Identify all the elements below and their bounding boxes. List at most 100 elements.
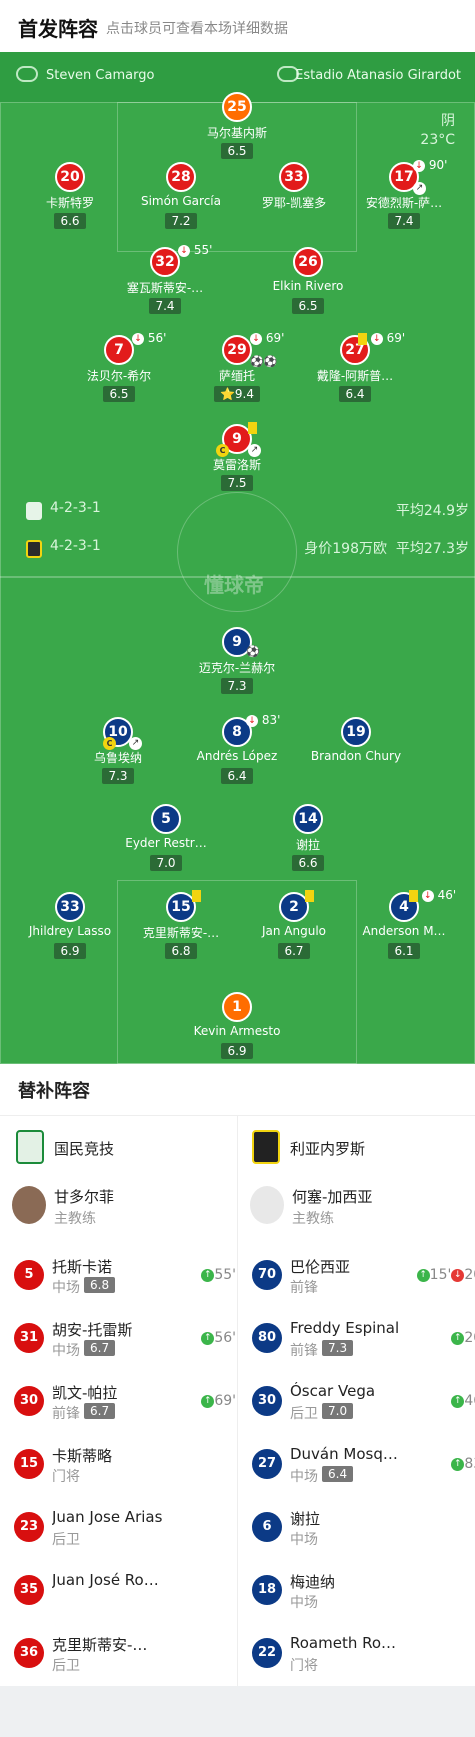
player-name: Freddy Espinal — [290, 1319, 400, 1337]
player-position: 中场 — [290, 1532, 318, 1548]
sub-time: 55' — [193, 243, 213, 257]
weather-condition: 阴 — [441, 113, 455, 129]
sub-player-away[interactable]: 18 梅迪纳 中场 — [252, 1571, 472, 1611]
player-home-cb1[interactable]: 28 Simón García 7.2 — [126, 162, 236, 229]
sub-in: ↑46' — [451, 1393, 475, 1409]
sub-out-icon: ↓ — [132, 332, 144, 345]
player-name: Simón García — [140, 194, 221, 208]
player-name: 塞瓦斯蒂安-… — [126, 281, 204, 295]
player-away-lb[interactable]: 33 Jhildrey Lasso 6.9 — [15, 892, 125, 959]
player-event: ↓ 83' — [246, 713, 280, 727]
player-rating: 7.4 — [388, 213, 420, 229]
sub-in: ↑20' — [451, 1330, 475, 1346]
player-name: 乌鲁埃纳 — [93, 751, 142, 765]
player-name: 巴伦西亚 — [290, 1258, 351, 1276]
sub-player-home[interactable]: 15 卡斯蒂略 门将 — [14, 1445, 234, 1485]
player-away-lw[interactable]: 10 C ↗ 乌鲁埃纳 7.3 — [63, 717, 173, 784]
player-away-am[interactable]: 8 ↓ 83' Andrés López 6.4 — [182, 713, 292, 784]
player-away-cb1[interactable]: 15 克里斯蒂安-… 6.8 — [126, 889, 236, 959]
player-home-dm1[interactable]: 32 ↓ 55' 塞瓦斯蒂安-… 7.4 — [110, 243, 220, 314]
player-home-am[interactable]: 29 ↓ 69' ⚽⚽ 萨缅托 ⭐9.4 — [182, 331, 292, 402]
sub-player-away[interactable]: 6 谢拉 中场 — [252, 1508, 472, 1548]
sub-player-away[interactable]: 22 Roameth Ro… 门将 — [252, 1634, 472, 1674]
player-name: Eyder Restr… — [125, 836, 207, 850]
player-position: 后卫 — [290, 1406, 318, 1422]
away-coach[interactable]: 何塞-加西亚 主教练 — [250, 1186, 460, 1230]
player-home-gk[interactable]: 25 马尔基内斯 6.5 — [182, 92, 292, 159]
sub-player-home[interactable]: 5 托斯卡诺 中场 6.8 ↑ 55' — [14, 1256, 236, 1296]
player-name: Anderson M… — [362, 924, 446, 938]
sub-player-home[interactable]: 35 Juan José Ro… — [14, 1571, 234, 1611]
player-number: 29 — [222, 335, 252, 365]
sub-in-icon: ↑ — [416, 1268, 430, 1282]
sub-player-home[interactable]: 23 Juan Jose Arias 后卫 — [14, 1508, 234, 1548]
player-away-gk[interactable]: 1 Kevin Armesto 6.9 — [182, 992, 292, 1059]
sub-player-home[interactable]: 31 胡安-托雷斯 中场 6.7 ↑ 56' — [14, 1319, 236, 1359]
sub-player-away[interactable]: 80 Freddy Espinal 前锋 7.3 ↑20' — [252, 1319, 475, 1359]
player-position: 后卫 — [52, 1532, 80, 1548]
player-home-dm2[interactable]: 26 Elkin Rivero 6.5 — [253, 247, 363, 314]
player-rating: 7.2 — [165, 213, 197, 229]
player-number: 31 — [14, 1323, 44, 1353]
sub-player-home[interactable]: 36 克里斯蒂安-… 后卫 — [14, 1634, 234, 1674]
away-crest-icon — [26, 540, 42, 558]
player-home-lw[interactable]: 7 ↓ 56' 法贝尔-希尔 6.5 — [64, 331, 174, 402]
player-name: Kevin Armesto — [193, 1024, 281, 1038]
player-home-st[interactable]: 9 C ↗ 莫雷洛斯 7.5 — [182, 421, 292, 491]
whistle-icon — [16, 66, 38, 82]
player-home-rw[interactable]: 27 ↓ 69' 戴隆-阿斯普… 6.4 — [300, 331, 410, 402]
player-position: 门将 — [290, 1658, 318, 1674]
sub-player-away[interactable]: 70 巴伦西亚 前锋 ↑15'↓20' — [252, 1256, 475, 1296]
player-rating: 6.9 — [221, 1043, 253, 1059]
player-name: Jhildrey Lasso — [28, 924, 112, 938]
sub-out-time: 20' — [464, 1267, 475, 1283]
player-name: 马尔基内斯 — [206, 126, 267, 140]
sub-in-icon: ↑ — [201, 1394, 215, 1408]
player-rating: 6.6 — [292, 855, 324, 871]
player-number: 33 — [279, 162, 309, 192]
yellow-card-icon — [192, 889, 201, 902]
player-number: 14 — [293, 804, 323, 834]
player-name: Juan Jose Arias — [52, 1508, 163, 1526]
player-away-rw[interactable]: 19 Brandon Chury — [301, 717, 411, 765]
sub-player-away[interactable]: 27 Duván Mosq… 中场 6.4 ↑83' — [252, 1445, 475, 1485]
goal-icon: ⚽⚽ — [250, 355, 278, 368]
player-rating: 6.5 — [292, 298, 324, 314]
player-position: 中场 — [52, 1280, 80, 1296]
player-away-cb2[interactable]: 2 Jan Angulo 6.7 — [239, 889, 349, 959]
player-event — [305, 888, 314, 902]
player-home-rb[interactable]: 17 ↓ 90' ↗ 安德烈斯-萨… 7.4 — [349, 158, 459, 229]
player-name: Juan José Ro… — [52, 1571, 159, 1589]
player-name: 迈克尔-兰赫尔 — [198, 661, 276, 675]
sub-player-home[interactable]: 30 凯文-帕拉 前锋 6.7 ↑ 69' — [14, 1382, 236, 1422]
player-event: ↓ 69' — [250, 331, 284, 345]
player-away-rb[interactable]: 4 ↓ 46' Anderson M… 6.1 — [349, 888, 459, 959]
captain-icon: C — [216, 444, 229, 457]
player-name: 梅迪纳 — [290, 1573, 336, 1591]
coach-name: 甘多尔菲 — [54, 1188, 115, 1206]
player-away-dm2[interactable]: 14 谢拉 6.6 — [253, 804, 363, 871]
coach-role: 主教练 — [54, 1211, 96, 1227]
sub-out-icon: ↓ — [370, 332, 383, 345]
coach-role: 主教练 — [292, 1211, 334, 1227]
player-event: ↓ 56' — [132, 331, 166, 345]
player-name: Roameth Ro… — [290, 1634, 397, 1652]
player-position: 中场 — [290, 1595, 318, 1611]
assist-icon: ↗ — [129, 737, 142, 750]
substitutes-title: 替补阵容 — [18, 1081, 90, 1102]
sub-player-away[interactable]: 30 Óscar Vega 后卫 7.0 ↑46' — [252, 1382, 475, 1422]
player-name: 克里斯蒂安-… — [142, 926, 220, 940]
player-home-cb2[interactable]: 33 罗耶-凯塞多 — [239, 162, 349, 210]
player-away-st[interactable]: 9 ⚽ 迈克尔-兰赫尔 7.3 — [182, 627, 292, 694]
player-name: 安德烈斯-萨… — [365, 196, 443, 210]
home-crest-icon — [26, 502, 42, 520]
player-home-lb[interactable]: 20 卡斯特罗 6.6 — [15, 162, 125, 229]
player-number: 28 — [166, 162, 196, 192]
player-rating: 7.5 — [221, 475, 253, 491]
home-team-header: 国民竞技 — [16, 1128, 216, 1168]
player-away-dm1[interactable]: 5 Eyder Restr… 7.0 — [111, 804, 221, 871]
player-name: 谢拉 — [295, 838, 320, 852]
home-coach[interactable]: 甘多尔菲 主教练 — [12, 1186, 222, 1230]
sub-time: 20' — [464, 1330, 475, 1346]
player-name: 谢拉 — [290, 1510, 321, 1528]
